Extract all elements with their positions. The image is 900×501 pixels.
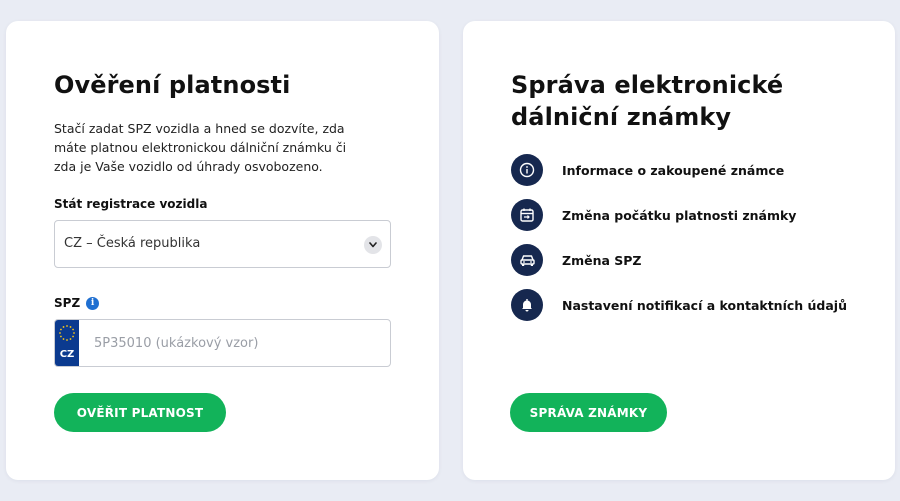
spz-label: SPZ [54, 296, 81, 310]
management-title: Správa elektronické dálniční známky [511, 71, 784, 131]
menu-item-label: Změna počátku platnosti známky [562, 208, 797, 223]
info-icon[interactable]: i [86, 296, 100, 310]
state-select[interactable]: CZ – Česká republika [54, 220, 391, 268]
eu-flag-strip: CZ [55, 320, 79, 366]
spz-field: CZ [54, 319, 391, 367]
country-code: CZ [59, 349, 75, 360]
management-menu: Informace o zakoupené známce Změna počát… [511, 154, 871, 334]
menu-item-change-plate[interactable]: Změna SPZ [511, 244, 871, 289]
info-icon [511, 154, 543, 186]
verification-description: Stačí zadat SPZ vozidla a hned se dozvít… [54, 121, 347, 174]
verification-card: Ověření platnosti Stačí zadat SPZ vozidl… [6, 21, 439, 480]
manage-vignette-button[interactable]: SPRÁVA ZNÁMKY [510, 393, 667, 432]
calendar-icon [511, 199, 543, 231]
car-icon [511, 244, 543, 276]
chevron-down-icon [364, 236, 382, 254]
state-label: Stát registrace vozidla [54, 197, 208, 211]
menu-item-label: Změna SPZ [562, 253, 642, 268]
state-select-value: CZ – Česká republika [64, 236, 201, 251]
menu-item-validity-start[interactable]: Změna počátku platnosti známky [511, 199, 871, 244]
verify-button[interactable]: OVĚŘIT PLATNOST [54, 393, 226, 432]
menu-item-label: Nastavení notifikací a kontaktních údajů [562, 298, 847, 313]
eu-stars-icon [59, 325, 75, 341]
menu-item-purchase-info[interactable]: Informace o zakoupené známce [511, 154, 871, 199]
menu-item-notifications[interactable]: Nastavení notifikací a kontaktních údajů [511, 289, 871, 334]
menu-item-label: Informace o zakoupené známce [562, 163, 785, 178]
verification-title: Ověření platnosti [54, 71, 291, 99]
bell-icon [511, 289, 543, 321]
management-card: Správa elektronické dálniční známky Info… [463, 21, 895, 480]
spz-input[interactable] [85, 321, 385, 365]
spz-label-row: SPZ i [54, 296, 100, 310]
